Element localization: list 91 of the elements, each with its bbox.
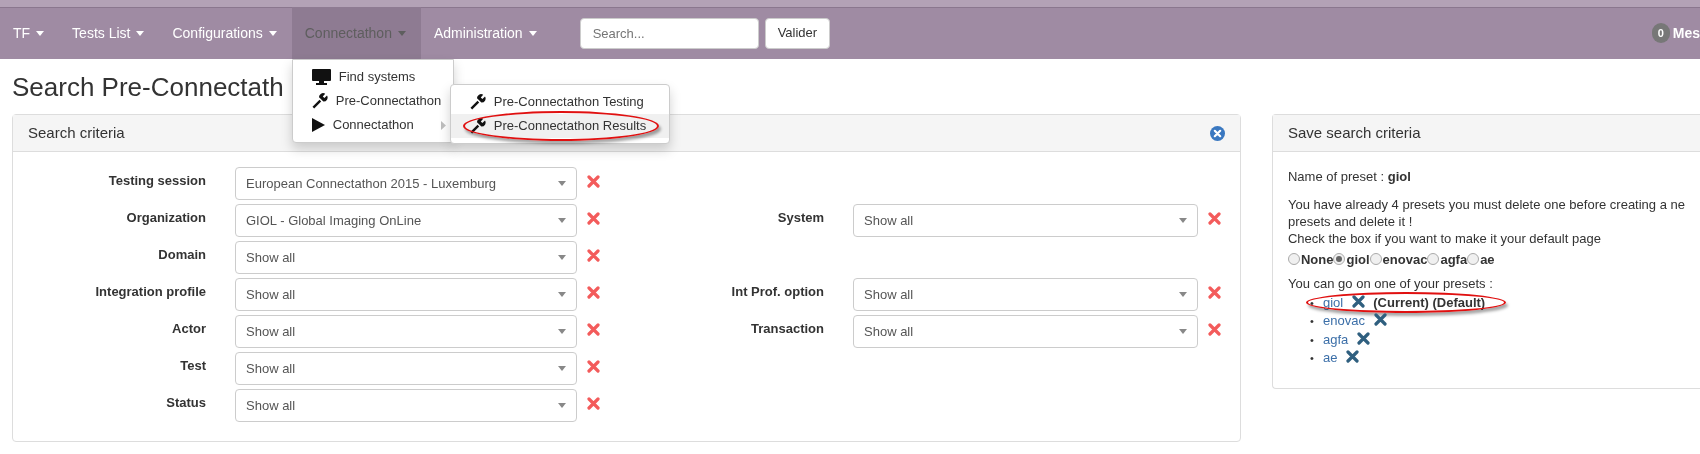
field-label: Transaction [751, 320, 824, 336]
info-text: You can go on one of your presets : [1288, 275, 1494, 293]
field-label: Actor [172, 320, 206, 336]
select-field[interactable]: Show all [853, 204, 1198, 237]
dropdown-caret-icon [1179, 292, 1187, 297]
play-icon [311, 118, 325, 132]
select-field[interactable]: European Connectathon 2015 - Luxemburg [235, 167, 577, 200]
remove-icon [587, 211, 600, 225]
bullet: • [1310, 332, 1315, 348]
remove-icon [587, 396, 600, 410]
dropdown-caret-icon [558, 366, 566, 371]
dropdown-caret-icon [558, 218, 566, 223]
menu-item[interactable]: Pre-Connectathon [292, 89, 453, 113]
menu-item[interactable]: Connectathon [292, 113, 453, 137]
select-field[interactable]: Show all [235, 241, 577, 274]
select-field[interactable]: Show all [235, 352, 577, 385]
caret-icon [136, 30, 145, 36]
remove-icon [587, 285, 600, 299]
delete-icon[interactable] [1373, 313, 1387, 326]
field-label: Domain [158, 246, 206, 262]
default-radio[interactable] [1427, 253, 1440, 266]
preset-link[interactable]: agfa [1323, 331, 1349, 347]
remove-icon [587, 248, 600, 262]
search-field[interactable]: Search... [579, 17, 759, 49]
submenu-item[interactable]: Pre-Connectathon Testing [450, 90, 669, 114]
preset-link[interactable]: giol [1323, 294, 1344, 310]
select-field[interactable]: Show all [853, 315, 1198, 348]
bullet: • [1310, 295, 1315, 311]
field-label: Organization [126, 209, 206, 225]
select-field[interactable]: Show all [235, 389, 577, 422]
radio-label: giol [1346, 250, 1370, 269]
select-field[interactable]: GIOL - Global Imaging OnLine [235, 204, 577, 237]
radio-label: ae [1480, 250, 1495, 269]
remove-icon [587, 322, 600, 336]
panel-title: Save search criteria [1288, 122, 1421, 143]
preset-name-text: Name of preset : giol [1288, 168, 1412, 186]
wrench-icon [311, 93, 328, 109]
remove-icon [1208, 285, 1221, 299]
select-field[interactable]: Show all [235, 315, 577, 348]
default-radio[interactable] [1333, 253, 1346, 266]
remove-icon [587, 174, 600, 188]
select-field[interactable]: Show all [853, 278, 1198, 311]
dropdown-caret-icon [558, 403, 566, 408]
preset-link[interactable]: enovac [1323, 313, 1365, 328]
caret-icon [36, 30, 45, 36]
field-label: Test [180, 357, 206, 373]
select-field[interactable]: Show all [235, 278, 577, 311]
wrench-icon [469, 94, 486, 110]
close-icon [1210, 125, 1225, 141]
field-label: Testing session [108, 172, 206, 188]
default-radio[interactable] [1288, 253, 1300, 266]
field-label: System [777, 209, 824, 225]
caret-icon [528, 30, 537, 36]
default-radio[interactable] [1369, 253, 1382, 266]
delete-icon[interactable] [1346, 350, 1360, 363]
submenu-arrow-icon [440, 120, 446, 130]
dropdown-caret-icon [558, 255, 566, 260]
remove-icon [1208, 322, 1221, 336]
dropdown-caret-icon [558, 329, 566, 334]
preset-status-text: (Current) (Default) [1373, 294, 1486, 310]
info-text: You have already 4 presets you must delete one before creating a ne [1288, 195, 1685, 213]
search-button[interactable]: Valider [764, 17, 831, 49]
delete-icon[interactable] [1357, 331, 1371, 345]
dropdown-caret-icon [558, 181, 566, 186]
page-title: Search Pre-Connectath [12, 72, 284, 104]
bullet: • [1310, 351, 1315, 366]
message-count-badge: 0 [1651, 22, 1670, 44]
info-text: presets and delete it ! [1288, 212, 1414, 230]
submenu-item[interactable]: Pre-Connectathon Results [450, 114, 669, 138]
radio-label: None [1301, 250, 1334, 269]
dropdown-caret-icon [1179, 218, 1187, 223]
panel-title: Search criteria [28, 122, 125, 143]
caret-icon [397, 30, 406, 36]
radio-label: agfa [1440, 250, 1468, 269]
delete-icon[interactable] [1352, 294, 1366, 308]
info-text: Check the box if you want to make it your default page [1288, 229, 1602, 247]
remove-icon [1208, 211, 1221, 225]
caret-icon [268, 30, 277, 36]
field-label: Int Prof. option [731, 283, 824, 299]
dropdown-caret-icon [1179, 329, 1187, 334]
wrench-icon [469, 118, 486, 134]
menu-item[interactable]: Find systems [292, 65, 453, 89]
monitor-icon [311, 69, 331, 85]
dropdown-caret-icon [558, 292, 566, 297]
default-radio[interactable] [1467, 253, 1480, 266]
field-label: Integration profile [95, 283, 206, 299]
radio-label: enovac [1382, 250, 1428, 269]
bullet: • [1310, 314, 1315, 329]
preset-link[interactable]: ae [1323, 350, 1338, 365]
field-label: Status [166, 394, 206, 410]
remove-icon [587, 359, 600, 373]
